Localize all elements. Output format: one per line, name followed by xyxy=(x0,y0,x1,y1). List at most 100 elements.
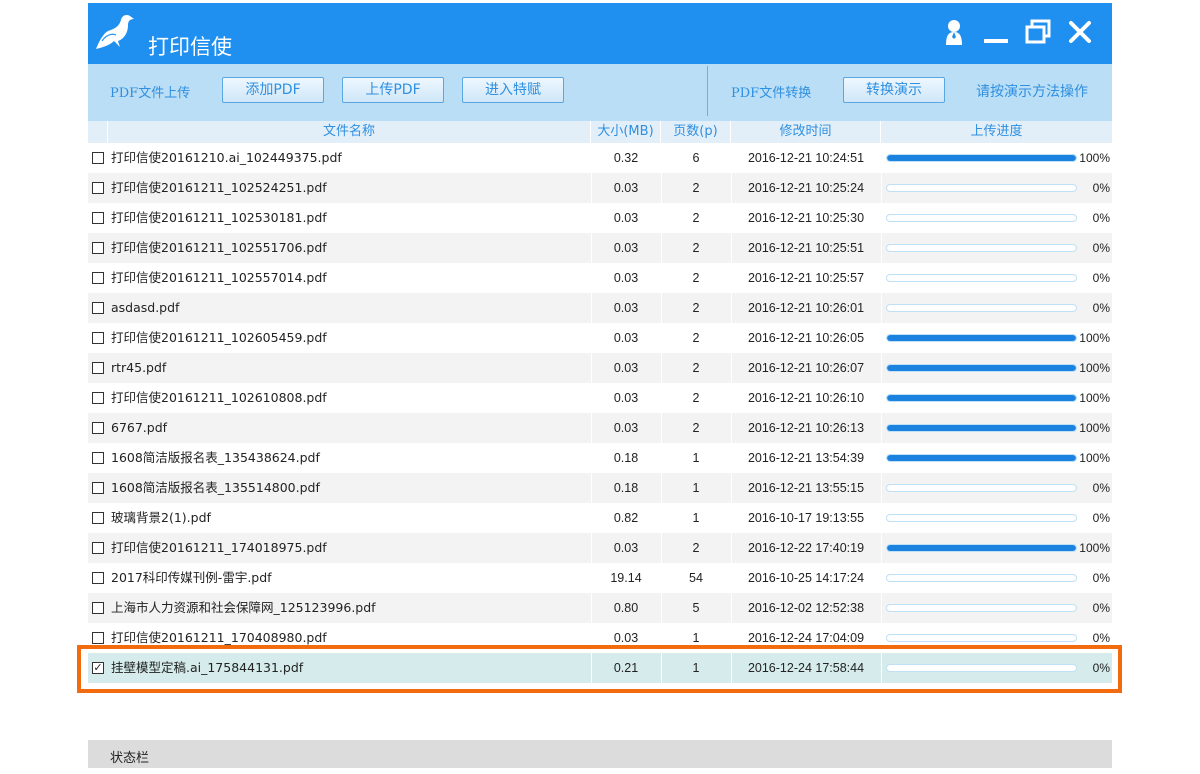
row-checkbox[interactable] xyxy=(92,272,104,284)
row-checkbox[interactable] xyxy=(92,572,104,584)
table-row[interactable]: 打印信使20161211_102610808.pdf 0.03 2 2016-12-2… xyxy=(88,383,1112,413)
table-row[interactable]: 6767.pdf 0.03 2 2016-12-21 10:26:13 100% xyxy=(88,413,1112,443)
title-bar: 打印信使 xyxy=(88,3,1112,64)
column-separator xyxy=(731,473,732,503)
table-row[interactable]: ✓ 挂壁模型定稿.ai_175844131.pdf 0.21 1 2016-12-24 … xyxy=(88,653,1112,683)
file-size-cell: 0.18 xyxy=(613,481,639,495)
row-checkbox[interactable] xyxy=(92,242,104,254)
file-name-cell: 打印信使20161211_102605459.pdf xyxy=(111,330,327,345)
person-icon[interactable] xyxy=(939,17,969,47)
column-separator xyxy=(591,413,592,443)
table-row[interactable]: 上海市人力资源和社会保障网_125123996.pdf 0.80 5 2016-12-… xyxy=(88,593,1112,623)
row-checkbox[interactable] xyxy=(92,362,104,374)
file-size-cell: 0.03 xyxy=(613,181,639,195)
table-row[interactable]: 打印信使20161211_174018975.pdf 0.03 2 2016-12-2… xyxy=(88,533,1112,563)
modified-time-cell: 2016-12-21 10:25:51 xyxy=(747,241,865,255)
row-checkbox[interactable] xyxy=(92,302,104,314)
column-separator xyxy=(661,293,662,323)
upload-progress-bar xyxy=(886,544,1077,552)
file-name-cell: 打印信使20161211_102524251.pdf xyxy=(111,180,327,195)
row-checkbox[interactable] xyxy=(92,152,104,164)
table-row[interactable]: rtr45.pdf 0.03 2 2016-12-21 10:26:07 100% xyxy=(88,353,1112,383)
upload-progress-fill xyxy=(887,395,1076,401)
row-checkbox[interactable] xyxy=(92,512,104,524)
upload-percent: 0% xyxy=(1092,511,1110,525)
row-checkbox[interactable] xyxy=(92,542,104,554)
table-row[interactable]: 打印信使20161211_102551706.pdf 0.03 2 2016-12-2… xyxy=(88,233,1112,263)
file-size-cell: 0.03 xyxy=(613,391,639,405)
file-name-cell: 6767.pdf xyxy=(111,420,168,435)
file-size-cell: 0.18 xyxy=(613,451,639,465)
table-row[interactable]: asdasd.pdf 0.03 2 2016-12-21 10:26:01 0% xyxy=(88,293,1112,323)
file-size-cell: 0.03 xyxy=(613,211,639,225)
upload-progress-fill xyxy=(887,335,1076,341)
page-count-cell: 1 xyxy=(692,451,700,465)
upload-progress-bar xyxy=(886,664,1077,672)
column-separator xyxy=(591,173,592,203)
row-checkbox[interactable] xyxy=(92,212,104,224)
column-separator xyxy=(731,563,732,593)
column-separator xyxy=(591,233,592,263)
column-separator xyxy=(591,533,592,563)
table-row[interactable]: 打印信使20161210.ai_102449375.pdf 0.32 6 2016-1… xyxy=(88,143,1112,173)
table-row[interactable]: 打印信使20161211_102524251.pdf 0.03 2 2016-12-2… xyxy=(88,173,1112,203)
column-separator xyxy=(731,353,732,383)
column-separator xyxy=(591,263,592,293)
app-title: 打印信使 xyxy=(148,35,232,59)
modified-time-cell: 2016-12-21 10:26:07 xyxy=(747,361,865,375)
column-separator xyxy=(731,173,732,203)
row-checkbox[interactable] xyxy=(92,602,104,614)
column-separator xyxy=(591,443,592,473)
table-row[interactable]: 打印信使20161211_102557014.pdf 0.03 2 2016-12-2… xyxy=(88,263,1112,293)
file-name-cell: 打印信使20161211_174018975.pdf xyxy=(111,540,327,555)
row-checkbox[interactable] xyxy=(92,632,104,644)
upload-percent: 0% xyxy=(1092,211,1110,225)
demo-hint: 请按演示方法操作 xyxy=(976,84,1088,100)
file-name-cell: 上海市人力资源和社会保障网_125123996.pdf xyxy=(111,600,376,615)
page-count-cell: 2 xyxy=(692,391,700,405)
file-name-cell: 挂壁模型定稿.ai_175844131.pdf xyxy=(111,660,304,675)
row-checkbox[interactable] xyxy=(92,422,104,434)
column-separator xyxy=(661,143,662,173)
modified-time-cell: 2016-12-21 10:26:05 xyxy=(747,331,865,345)
column-separator xyxy=(591,143,592,173)
page-count-cell: 2 xyxy=(692,331,700,345)
column-separator xyxy=(661,173,662,203)
upload-percent: 0% xyxy=(1092,601,1110,615)
table-row[interactable]: 打印信使20161211_102605459.pdf 0.03 2 2016-12-2… xyxy=(88,323,1112,353)
add-pdf-button[interactable]: 添加PDF xyxy=(222,77,324,103)
row-checkbox[interactable] xyxy=(92,392,104,404)
upload-percent: 0% xyxy=(1092,631,1110,645)
table-row[interactable]: 玻璃背景2(1).pdf 0.82 1 2016-10-17 19:13:55 0% xyxy=(88,503,1112,533)
minimize-icon[interactable] xyxy=(981,17,1011,47)
column-separator xyxy=(731,593,732,623)
row-checkbox-checked[interactable]: ✓ xyxy=(92,662,104,674)
column-separator xyxy=(731,383,732,413)
row-checkbox[interactable] xyxy=(92,332,104,344)
modified-time-cell: 2016-12-24 17:58:44 xyxy=(747,661,865,675)
page-count-cell: 5 xyxy=(692,601,700,615)
table-row[interactable]: 2017科印传媒刊例-雷宇.pdf 19.14 54 2016-10-25 14:17… xyxy=(88,563,1112,593)
page-count-cell: 2 xyxy=(692,181,700,195)
row-checkbox[interactable] xyxy=(92,482,104,494)
file-size-cell: 19.14 xyxy=(610,571,642,585)
upload-percent: 0% xyxy=(1092,301,1110,315)
column-separator xyxy=(881,413,882,443)
restore-icon[interactable] xyxy=(1023,17,1053,47)
enter-special-button[interactable]: 进入特赋 xyxy=(462,77,564,103)
table-row[interactable]: 1608简洁版报名表_135438624.pdf 0.18 1 2016-12-21 … xyxy=(88,443,1112,473)
row-checkbox[interactable] xyxy=(92,182,104,194)
upload-pdf-button[interactable]: 上传PDF xyxy=(342,77,444,103)
convert-demo-button[interactable]: 转换演示 xyxy=(843,77,945,103)
row-checkbox[interactable] xyxy=(92,452,104,464)
column-separator xyxy=(731,233,732,263)
upload-progress-bar xyxy=(886,454,1077,462)
table-row[interactable]: 打印信使20161211_102530181.pdf 0.03 2 2016-12-2… xyxy=(88,203,1112,233)
column-separator xyxy=(591,203,592,233)
table-row[interactable]: 打印信使20161211_170408980.pdf 0.03 1 2016-12-2… xyxy=(88,623,1112,653)
column-separator xyxy=(661,443,662,473)
column-separator xyxy=(591,563,592,593)
table-row[interactable]: 1608简洁版报名表_135514800.pdf 0.18 1 2016-12-21 … xyxy=(88,473,1112,503)
file-name-cell: 玻璃背景2(1).pdf xyxy=(111,510,211,525)
close-icon[interactable] xyxy=(1065,17,1095,47)
